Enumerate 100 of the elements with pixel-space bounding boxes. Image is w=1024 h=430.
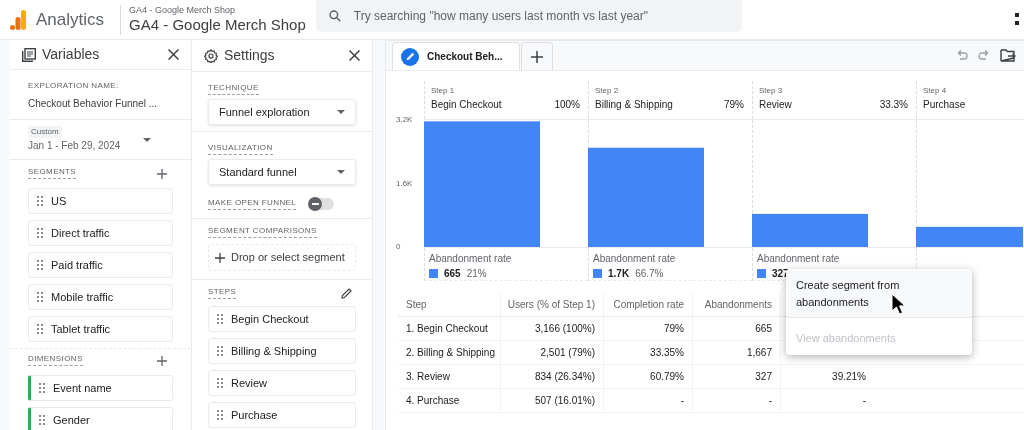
analytics-logo-icon [10,9,26,30]
step-percent: 79% [724,98,744,112]
segment-chip[interactable]: Direct traffic [28,220,173,246]
caret-icon [337,170,345,174]
date-range-picker[interactable]: Custom Jan 1 - Feb 29, 2024 [10,120,191,160]
segment-drop-zone[interactable]: Drop or select segment [208,244,356,271]
column-header[interactable]: Abandonments [704,297,772,312]
drag-handle-icon [37,292,43,302]
axis-tick-label: 1.6K [396,177,413,190]
abandonment-label: Abandonment rate [757,252,841,266]
section-label: TECHNIQUE [208,82,259,95]
share-folder-icon[interactable] [1000,49,1016,62]
toggle-switch[interactable] [310,197,335,210]
section-label: SEGMENT COMPARISONS [208,225,317,238]
table-cell-text: 507 (16.01%) [534,394,595,408]
step-chip[interactable]: Review [208,370,356,396]
panel-title: Settings [224,46,275,65]
drag-handle-icon [217,410,223,420]
search-icon [327,8,342,23]
table-cell-text: 1. Begin Checkout [406,322,488,336]
add-icon [215,252,225,263]
date-preset-label: Custom [28,126,62,138]
step-chip[interactable]: Purchase [208,402,356,428]
exploration-name[interactable]: Checkout Behavior Funnel ... [28,96,173,111]
column-header[interactable]: Completion rate [613,297,684,312]
step-label: Step 3 [759,85,784,97]
step-name: Review [759,98,792,112]
drag-handle-icon [37,260,43,270]
menu-item[interactable]: Create segment from abandonments [786,271,972,318]
abandonment-label: Abandonment rate [593,252,677,266]
table-cell-text: - [862,394,866,408]
table-cell-text: 79% [664,322,684,336]
drag-handle-icon [37,196,43,206]
dimension-chip[interactable]: Event name [28,375,173,401]
abandonment-count: 665 [444,267,461,281]
table-cell-text: 2,501 (79%) [540,346,595,360]
segment-chip[interactable]: US [28,188,173,214]
abandonment-count: 1.7K [608,267,630,281]
drag-handle-icon [37,324,43,334]
table-cell-text: 60.79% [650,370,684,384]
step-label: Step 1 [431,85,456,97]
section-label: DIMENSIONS [28,353,83,366]
add-icon[interactable] [157,169,167,179]
legend-swatch-icon [429,269,438,278]
step-name: Purchase [923,98,966,112]
search-field[interactable]: Try searching "how many users last month vs last year" [315,0,742,32]
table-cell-text: 33.35% [650,346,684,360]
table-cell-text: 2. Billing & Shipping [406,346,495,360]
section-label: SEGMENTS [28,166,77,179]
segment-chip[interactable]: Tablet traffic [28,316,173,342]
drag-handle-icon [217,346,223,356]
property-name[interactable]: GA4 - Google Merch Shop [129,15,306,35]
settings-icon [204,48,218,63]
drag-handle-icon [39,383,45,393]
step-chip[interactable]: Begin Checkout [208,306,356,332]
abandonment-label: Abandonment rate [429,252,513,266]
account-name: GA4 - Google Merch Shop [129,4,237,16]
table-cell-text: 39.21% [832,370,866,384]
drag-handle-icon [37,228,43,238]
segment-chip[interactable]: Mobile traffic [28,284,173,310]
add-tab-button[interactable] [521,42,553,70]
axis-tick-label: 0 [396,241,401,253]
column-header[interactable]: Step [406,297,427,312]
date-range: Jan 1 - Feb 29, 2024 [28,139,121,153]
table-cell-text: 327 [755,370,772,384]
section-label: EXPLORATION NAME: [28,80,120,92]
caret-icon [337,110,345,114]
close-icon[interactable] [349,50,360,61]
axis-tick-label: 3.2K [396,114,413,126]
pointer-cursor-icon [891,293,907,315]
funnel-bar[interactable] [916,226,1023,247]
legend-swatch-icon [757,269,766,278]
step-percent: 33.3% [879,98,908,112]
caret-icon [143,137,151,142]
step-chip[interactable]: Billing & Shipping [208,338,356,364]
table-cell-text: 834 (26.34%) [534,370,595,384]
table-cell-text: - [680,394,684,408]
add-icon[interactable] [157,356,167,366]
drag-handle-icon [217,314,223,324]
exploration-tab[interactable]: Checkout Beh... [392,42,520,70]
table-cell-text: 1,667 [746,346,772,360]
step-name: Billing & Shipping [595,98,673,112]
column-header[interactable]: Users (% of Step 1) [507,297,595,312]
abandonment-rate: 66.7% [635,267,664,281]
section-label: VISUALIZATION [208,142,273,155]
app-name: Analytics [36,8,105,31]
step-percent: 100% [554,98,580,112]
close-icon[interactable] [168,49,179,60]
dropdown[interactable]: Standard funnel [208,159,356,185]
table-cell-text: - [768,394,772,408]
step-label: Step 2 [595,85,620,97]
add-icon [531,50,543,63]
dimension-chip[interactable]: Gender [28,407,173,430]
pencil-icon[interactable] [341,287,352,299]
drag-handle-icon [217,378,223,388]
funnel-bar[interactable] [752,213,868,247]
segment-chip[interactable]: Paid traffic [28,252,173,278]
dropdown[interactable]: Funnel exploration [208,99,356,125]
table-cell-text: 3. Review [406,370,450,384]
pencil-icon [405,52,415,61]
